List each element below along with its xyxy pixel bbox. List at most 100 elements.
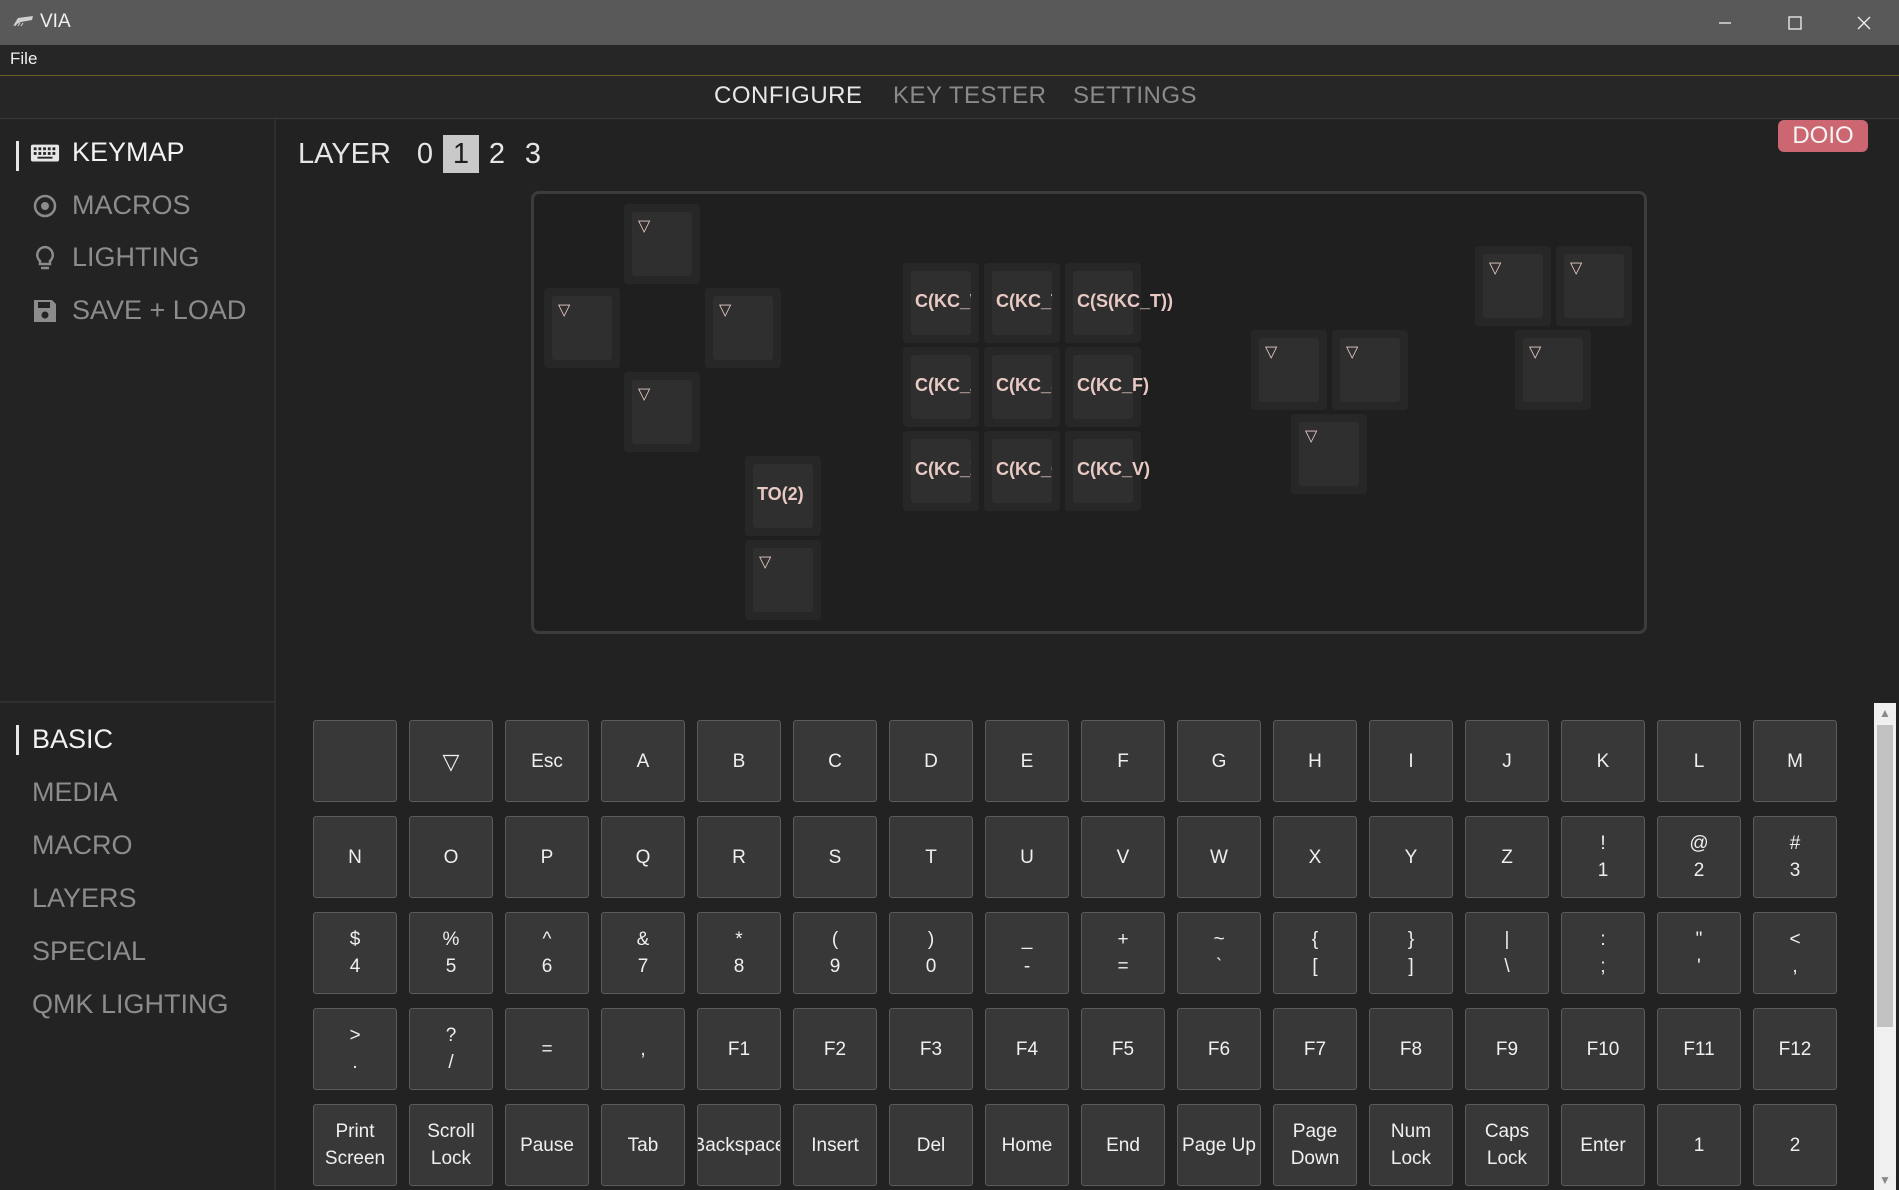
keycode-button[interactable]: Home <box>985 1104 1069 1186</box>
key-dpad-down[interactable]: ▽ <box>624 372 700 452</box>
keycode-button[interactable]: D <box>889 720 973 802</box>
keycode-button[interactable]: R <box>697 816 781 898</box>
keycode-button[interactable]: U <box>985 816 1069 898</box>
key-ctrl-w[interactable]: C(KC_W <box>903 263 979 343</box>
keycode-button[interactable]: (9 <box>793 912 877 994</box>
key-transparent[interactable]: ▽ <box>1251 330 1327 410</box>
layer-1-button[interactable]: 1 <box>442 135 479 173</box>
keycode-button[interactable]: M <box>1753 720 1837 802</box>
key-transparent[interactable]: ▽ <box>1556 246 1632 326</box>
keycode-button[interactable]: 1 <box>1657 1104 1741 1186</box>
sidebar-item-keymap[interactable]: KEYMAP <box>30 137 185 168</box>
keycode-button[interactable]: G <box>1177 720 1261 802</box>
tab-key-tester[interactable]: KEY TESTER <box>893 82 1047 110</box>
keycode-button[interactable]: | \ <box>1465 912 1549 994</box>
keycode-button[interactable]: F9 <box>1465 1008 1549 1090</box>
keycode-button[interactable]: Page Down <box>1273 1104 1357 1186</box>
keycode-button[interactable]: Num Lock <box>1369 1104 1453 1186</box>
layer-0-button[interactable]: 0 <box>407 135 443 173</box>
keycode-button[interactable]: Print Screen <box>313 1104 397 1186</box>
keycode-button[interactable]: F10 <box>1561 1008 1645 1090</box>
keycode-button[interactable]: E <box>985 720 1069 802</box>
keycode-button[interactable]: F5 <box>1081 1008 1165 1090</box>
keycode-button[interactable]: Q <box>601 816 685 898</box>
keycode-button[interactable]: K <box>1561 720 1645 802</box>
keycode-button[interactable]: Enter <box>1561 1104 1645 1186</box>
keycode-button[interactable]: $4 <box>313 912 397 994</box>
keycode-button[interactable]: Caps Lock <box>1465 1104 1549 1186</box>
keycode-button[interactable]: Insert <box>793 1104 877 1186</box>
key-transparent[interactable]: ▽ <box>1515 330 1591 410</box>
keycode-button[interactable]: ! 1 <box>1561 816 1645 898</box>
keycode-button[interactable]: H <box>1273 720 1357 802</box>
keycode-button[interactable]: * 8 <box>697 912 781 994</box>
keycode-button[interactable]: F <box>1081 720 1165 802</box>
keycode-button[interactable]: A <box>601 720 685 802</box>
keycode-button[interactable]: P <box>505 816 589 898</box>
key-to-layer-2[interactable]: TO(2) <box>745 456 821 536</box>
layer-2-button[interactable]: 2 <box>479 135 515 173</box>
keycode-button[interactable]: ^ 6 <box>505 912 589 994</box>
keycode-button[interactable]: T <box>889 816 973 898</box>
key-transparent[interactable]: ▽ <box>745 540 821 620</box>
keycode-button[interactable]: ~ ` <box>1177 912 1261 994</box>
keycode-button[interactable]: }] <box>1369 912 1453 994</box>
keycode-button[interactable]: F3 <box>889 1008 973 1090</box>
keycode-button[interactable]: F11 <box>1657 1008 1741 1090</box>
keycode-button[interactable]: % 5 <box>409 912 493 994</box>
keycode-button[interactable]: + = <box>1081 912 1165 994</box>
key-ctrl-c[interactable]: C(KC_C <box>984 431 1060 511</box>
key-dpad-right[interactable]: ▽ <box>705 288 781 368</box>
keycode-button[interactable]: 2 <box>1753 1104 1837 1186</box>
keycode-button[interactable]: >. <box>313 1008 397 1090</box>
keycode-button[interactable]: ? / <box>409 1008 493 1090</box>
keycode-button[interactable]: O <box>409 816 493 898</box>
keycode-button[interactable]: I <box>1369 720 1453 802</box>
keycode-button[interactable]: Z <box>1465 816 1549 898</box>
category-basic[interactable]: BASIC <box>32 724 113 755</box>
keycode-button[interactable]: Pause <box>505 1104 589 1186</box>
keycode-button[interactable]: :; <box>1561 912 1645 994</box>
keycode-button[interactable]: F8 <box>1369 1008 1453 1090</box>
sidebar-item-save-load[interactable]: SAVE + LOAD <box>30 295 246 326</box>
scroll-up-icon[interactable]: ▲ <box>1874 703 1896 723</box>
keycode-button[interactable]: W <box>1177 816 1261 898</box>
keycode-button[interactable]: L <box>1657 720 1741 802</box>
keycode-button[interactable]: _ - <box>985 912 1069 994</box>
keycode-button[interactable]: Del <box>889 1104 973 1186</box>
keycode-button[interactable]: F6 <box>1177 1008 1261 1090</box>
keycode-button[interactable]: F1 <box>697 1008 781 1090</box>
keycode-scrollbar[interactable]: ▲ ▼ <box>1874 703 1896 1190</box>
keycode-button[interactable]: <, <box>1753 912 1837 994</box>
keycode-button[interactable]: , <box>601 1008 685 1090</box>
keycode-button[interactable]: ▽ <box>409 720 493 802</box>
keycode-button[interactable]: C <box>793 720 877 802</box>
key-ctrl-v[interactable]: C(KC_V) <box>1065 431 1150 511</box>
key-transparent[interactable]: ▽ <box>1475 246 1551 326</box>
key-ctrl-shift-t[interactable]: C(S(KC_T)) <box>1065 263 1173 343</box>
key-ctrl-f[interactable]: C(KC_F) <box>1065 347 1149 427</box>
key-transparent[interactable]: ▽ <box>1332 330 1408 410</box>
keycode-button[interactable]: @2 <box>1657 816 1741 898</box>
keycode-button[interactable]: F12 <box>1753 1008 1837 1090</box>
category-media[interactable]: MEDIA <box>32 777 118 808</box>
keycode-button[interactable]: S <box>793 816 877 898</box>
keycode-button[interactable]: ) 0 <box>889 912 973 994</box>
file-menu[interactable]: File <box>10 49 37 69</box>
tab-settings[interactable]: SETTINGS <box>1073 82 1197 110</box>
keycode-button[interactable]: Esc <box>505 720 589 802</box>
keycode-button[interactable]: Backspace <box>697 1104 781 1186</box>
keycode-button[interactable]: F2 <box>793 1008 877 1090</box>
keycode-button[interactable]: X <box>1273 816 1357 898</box>
keycode-button[interactable]: #3 <box>1753 816 1837 898</box>
keycode-button[interactable] <box>313 720 397 802</box>
maximize-button[interactable] <box>1760 0 1830 45</box>
keycode-button[interactable]: = <box>505 1008 589 1090</box>
keycode-button[interactable]: F7 <box>1273 1008 1357 1090</box>
keycode-button[interactable]: Tab <box>601 1104 685 1186</box>
scroll-down-icon[interactable]: ▼ <box>1874 1170 1896 1190</box>
keycode-button[interactable]: V <box>1081 816 1165 898</box>
keycode-button[interactable]: N <box>313 816 397 898</box>
keycode-button[interactable]: {[ <box>1273 912 1357 994</box>
keycode-button[interactable]: & 7 <box>601 912 685 994</box>
